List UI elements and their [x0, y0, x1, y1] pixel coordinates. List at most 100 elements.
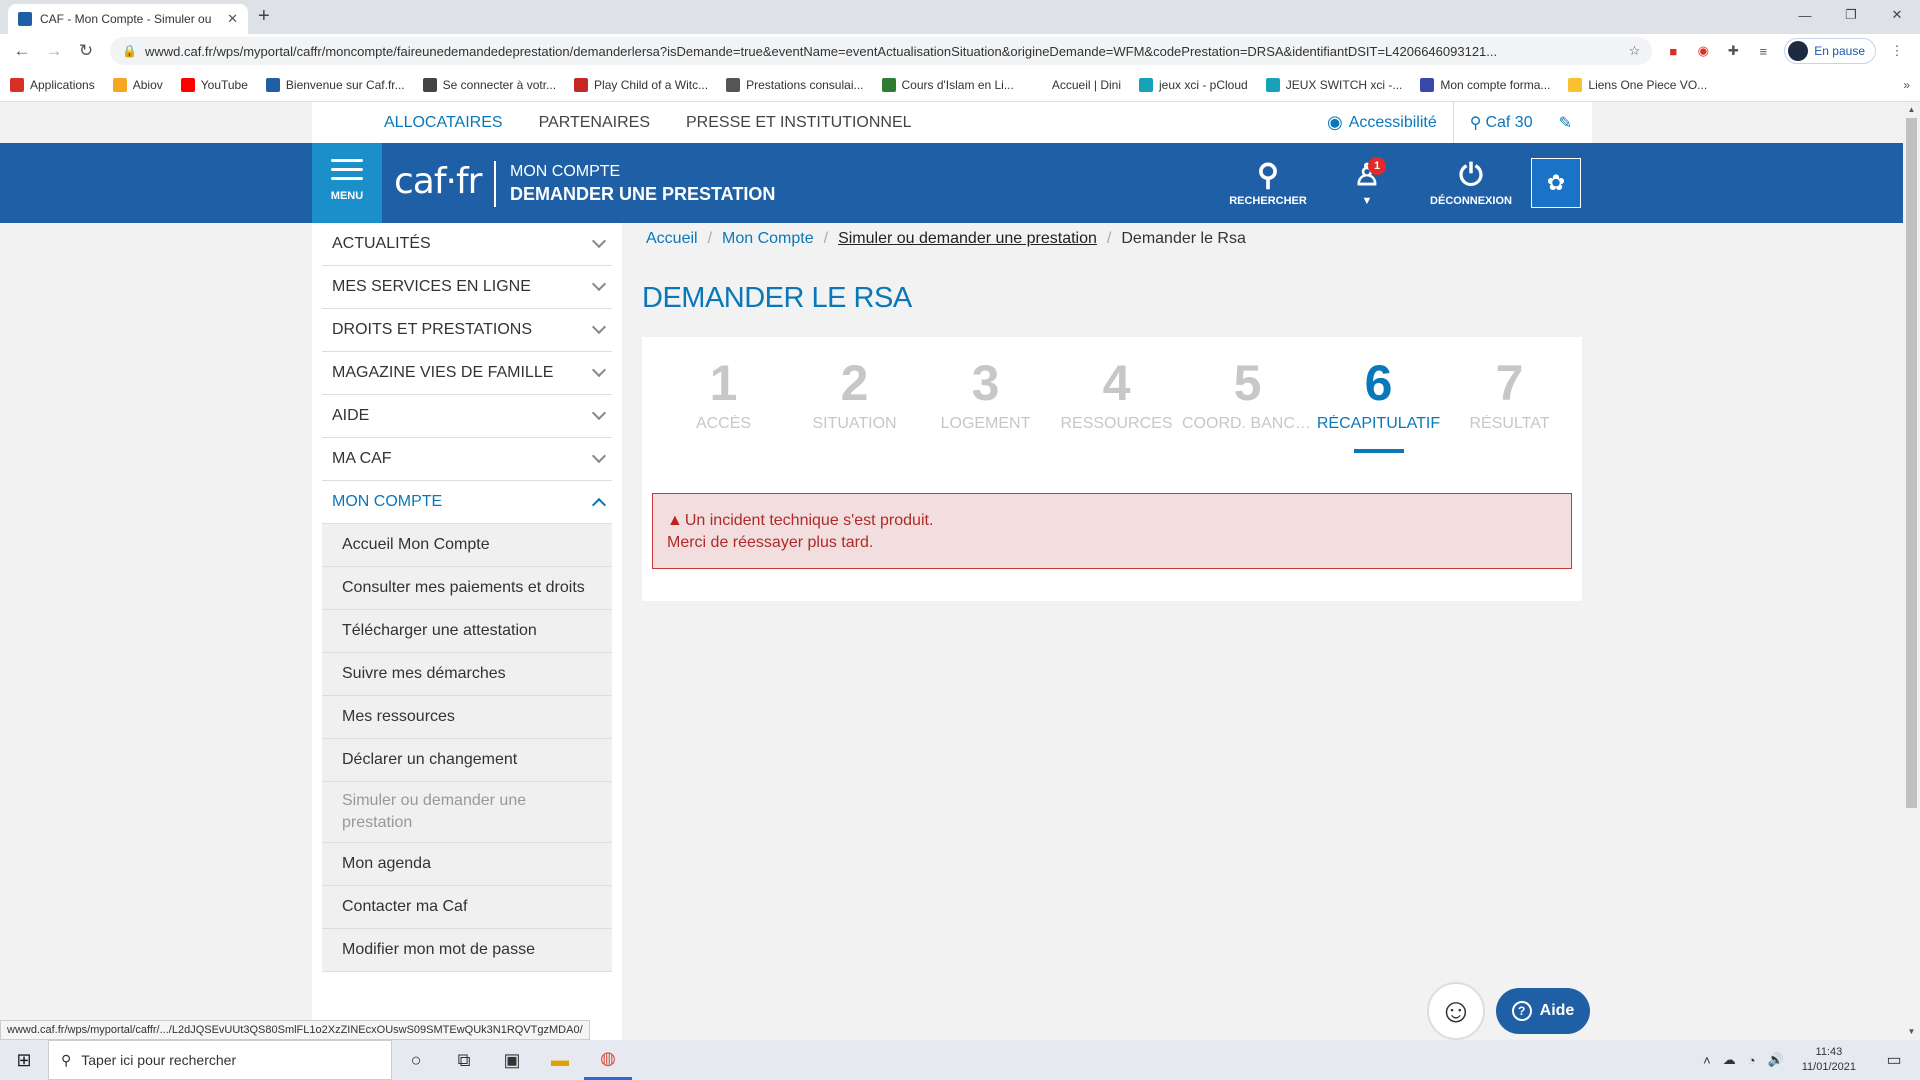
- extension-icon[interactable]: ■: [1661, 39, 1685, 63]
- edit-pencil-icon[interactable]: ✎: [1549, 113, 1592, 133]
- bookmark-item[interactable]: Accueil | Dini: [1031, 77, 1121, 92]
- sidebar-subitem[interactable]: Mes ressources: [322, 696, 612, 739]
- task-view-icon[interactable]: ⧉: [440, 1040, 488, 1080]
- breadcrumb: Accueil / Mon Compte / Simuler ou demand…: [646, 230, 1246, 248]
- step-label: SITUATION: [812, 415, 897, 432]
- sidebar-item[interactable]: MON COMPTE: [322, 481, 612, 524]
- close-window-icon[interactable]: ✕: [1874, 0, 1920, 30]
- sidebar-subitem[interactable]: Consulter mes paiements et droits: [322, 567, 612, 610]
- breadcrumb-simuler[interactable]: Simuler ou demander une prestation: [838, 230, 1097, 248]
- scroll-down-icon[interactable]: ▼: [1903, 1024, 1920, 1040]
- extensions-puzzle-icon[interactable]: ✚: [1721, 39, 1745, 63]
- reload-icon[interactable]: ↻: [72, 37, 100, 65]
- tray-chevron-icon[interactable]: ˄: [1703, 1053, 1711, 1068]
- volume-icon[interactable]: 🔊: [1768, 1052, 1784, 1068]
- onedrive-icon[interactable]: ☁: [1723, 1052, 1736, 1068]
- address-bar[interactable]: 🔒 wwwd.caf.fr/wps/myportal/caffr/moncomp…: [110, 37, 1653, 65]
- accessibility-link[interactable]: ◉ Accessibilité: [1311, 102, 1454, 143]
- nav-link-allocataires[interactable]: ALLOCATAIRES: [384, 114, 503, 132]
- sidebar-subitem[interactable]: Modifier mon mot de passe: [322, 929, 612, 972]
- caf-location-link[interactable]: ⚲ Caf 30: [1454, 113, 1549, 133]
- caf-logo[interactable]: caf·fr: [394, 161, 482, 202]
- sidebar-subitem[interactable]: Télécharger une attestation: [322, 610, 612, 653]
- bookmark-item[interactable]: Se connecter à votr...: [422, 77, 556, 92]
- breadcrumb-mon-compte[interactable]: Mon Compte: [722, 230, 814, 248]
- scroll-up-icon[interactable]: ▲: [1903, 102, 1920, 118]
- bookmark-item[interactable]: Prestations consulai...: [726, 77, 864, 92]
- clock[interactable]: 11:43 11/01/2021: [1802, 1045, 1856, 1075]
- cortana-icon[interactable]: ○: [392, 1040, 440, 1080]
- bookmark-item[interactable]: Mon compte forma...: [1420, 77, 1550, 92]
- tab-close-icon[interactable]: ✕: [227, 11, 238, 27]
- bookmark-item[interactable]: Applications: [10, 77, 95, 92]
- forward-icon[interactable]: →: [40, 37, 68, 65]
- sidebar-subitem[interactable]: Mon agenda: [322, 843, 612, 886]
- bookmark-favicon-icon: [1265, 77, 1280, 92]
- file-explorer-icon[interactable]: ▬: [536, 1040, 584, 1080]
- bookmark-favicon-icon: [574, 77, 589, 92]
- profile-button[interactable]: En pause: [1784, 38, 1876, 64]
- bookmark-favicon-icon: [1420, 77, 1435, 92]
- chevron-down-icon: [591, 448, 607, 464]
- reading-list-icon[interactable]: ≡: [1751, 39, 1775, 63]
- back-icon[interactable]: ←: [8, 37, 36, 65]
- browser-tab[interactable]: CAF - Mon Compte - Simuler ou ✕: [8, 4, 248, 34]
- browser-menu-icon[interactable]: ⋮: [1885, 39, 1909, 63]
- logout-button[interactable]: ⏻ DÉCONNEXION: [1426, 157, 1516, 207]
- chrome-icon[interactable]: ◍: [584, 1040, 632, 1080]
- sidebar-item[interactable]: ACTUALITÉS: [322, 223, 612, 266]
- bookmark-item[interactable]: Abiov: [112, 77, 163, 92]
- sidebar-subitem[interactable]: Déclarer un changement: [322, 739, 612, 782]
- store-icon[interactable]: ▣: [488, 1040, 536, 1080]
- sidebar-subitem[interactable]: Simuler ou demander une prestation: [322, 782, 612, 843]
- taskbar-search[interactable]: ⚲ Taper ici pour rechercher: [48, 1040, 392, 1080]
- sidebar-item-label: AIDE: [332, 407, 370, 424]
- bookmark-item[interactable]: Bienvenue sur Caf.fr...: [265, 77, 405, 92]
- breadcrumb-accueil[interactable]: Accueil: [646, 230, 698, 248]
- sidebar-item[interactable]: DROITS ET PRESTATIONS: [322, 309, 612, 352]
- chevron-down-icon: ▼: [1361, 195, 1373, 207]
- bookmark-item[interactable]: Liens One Piece VO...: [1568, 77, 1708, 92]
- sidebar-item[interactable]: MES SERVICES EN LIGNE: [322, 266, 612, 309]
- allocations-familiales-logo[interactable]: ✿: [1531, 158, 1581, 208]
- bookmark-label: Liens One Piece VO...: [1588, 77, 1708, 92]
- bookmark-favicon-icon: [1568, 77, 1583, 92]
- sidebar-subitem[interactable]: Contacter ma Caf: [322, 886, 612, 929]
- network-icon[interactable]: ◔: [1748, 1053, 1756, 1068]
- step-label: RÉCAPITULATIF: [1316, 415, 1441, 432]
- step-number: 3: [971, 355, 1000, 411]
- bookmarks-more-icon[interactable]: »: [1903, 78, 1910, 92]
- page-scrollbar[interactable]: ▲ ▼: [1903, 102, 1920, 1040]
- step-7: 7 RÉSULTAT: [1444, 357, 1575, 453]
- sidebar-item[interactable]: MA CAF: [322, 438, 612, 481]
- bookmark-item[interactable]: Cours d'Islam en Li...: [881, 77, 1014, 92]
- user-notifications-button[interactable]: ♙ 1 ▼: [1342, 157, 1392, 207]
- bookmark-item[interactable]: jeux xci - pCloud: [1138, 77, 1248, 92]
- minimize-icon[interactable]: —: [1782, 0, 1828, 30]
- bookmark-label: JEUX SWITCH xci -...: [1285, 77, 1403, 92]
- sidebar-item[interactable]: AIDE: [322, 395, 612, 438]
- scrollbar-thumb[interactable]: [1906, 118, 1917, 808]
- bookmark-item[interactable]: YouTube: [180, 77, 248, 92]
- restore-icon[interactable]: ❐: [1828, 0, 1874, 30]
- profile-status: En pause: [1814, 44, 1865, 58]
- aide-button[interactable]: ? Aide: [1496, 988, 1590, 1034]
- nav-link-presse[interactable]: PRESSE ET INSTITUTIONNEL: [686, 114, 912, 132]
- sidebar-item[interactable]: MAGAZINE VIES DE FAMILLE: [322, 352, 612, 395]
- sidebar-subitem[interactable]: Accueil Mon Compte: [322, 524, 612, 567]
- bookmark-item[interactable]: JEUX SWITCH xci -...: [1265, 77, 1403, 92]
- assistant-avatar[interactable]: ☺: [1427, 982, 1485, 1040]
- extension-icon[interactable]: ◉: [1691, 39, 1715, 63]
- windows-start-icon[interactable]: ⊞: [0, 1040, 48, 1080]
- bookmark-item[interactable]: Play Child of a Witc...: [574, 77, 708, 92]
- menu-button[interactable]: MENU: [312, 143, 382, 231]
- aide-label: Aide: [1539, 1002, 1575, 1019]
- bookmark-star-icon[interactable]: ☆: [1629, 43, 1641, 59]
- caf-favicon-icon: [18, 12, 32, 26]
- sidebar-subitem[interactable]: Suivre mes démarches: [322, 653, 612, 696]
- notification-center-icon[interactable]: ▭: [1874, 1050, 1914, 1070]
- new-tab-button[interactable]: +: [258, 5, 270, 28]
- address-url[interactable]: wwwd.caf.fr/wps/myportal/caffr/moncompte…: [145, 44, 1621, 59]
- search-button[interactable]: ⚲ RECHERCHER: [1226, 157, 1310, 207]
- nav-link-partenaires[interactable]: PARTENAIRES: [539, 114, 650, 132]
